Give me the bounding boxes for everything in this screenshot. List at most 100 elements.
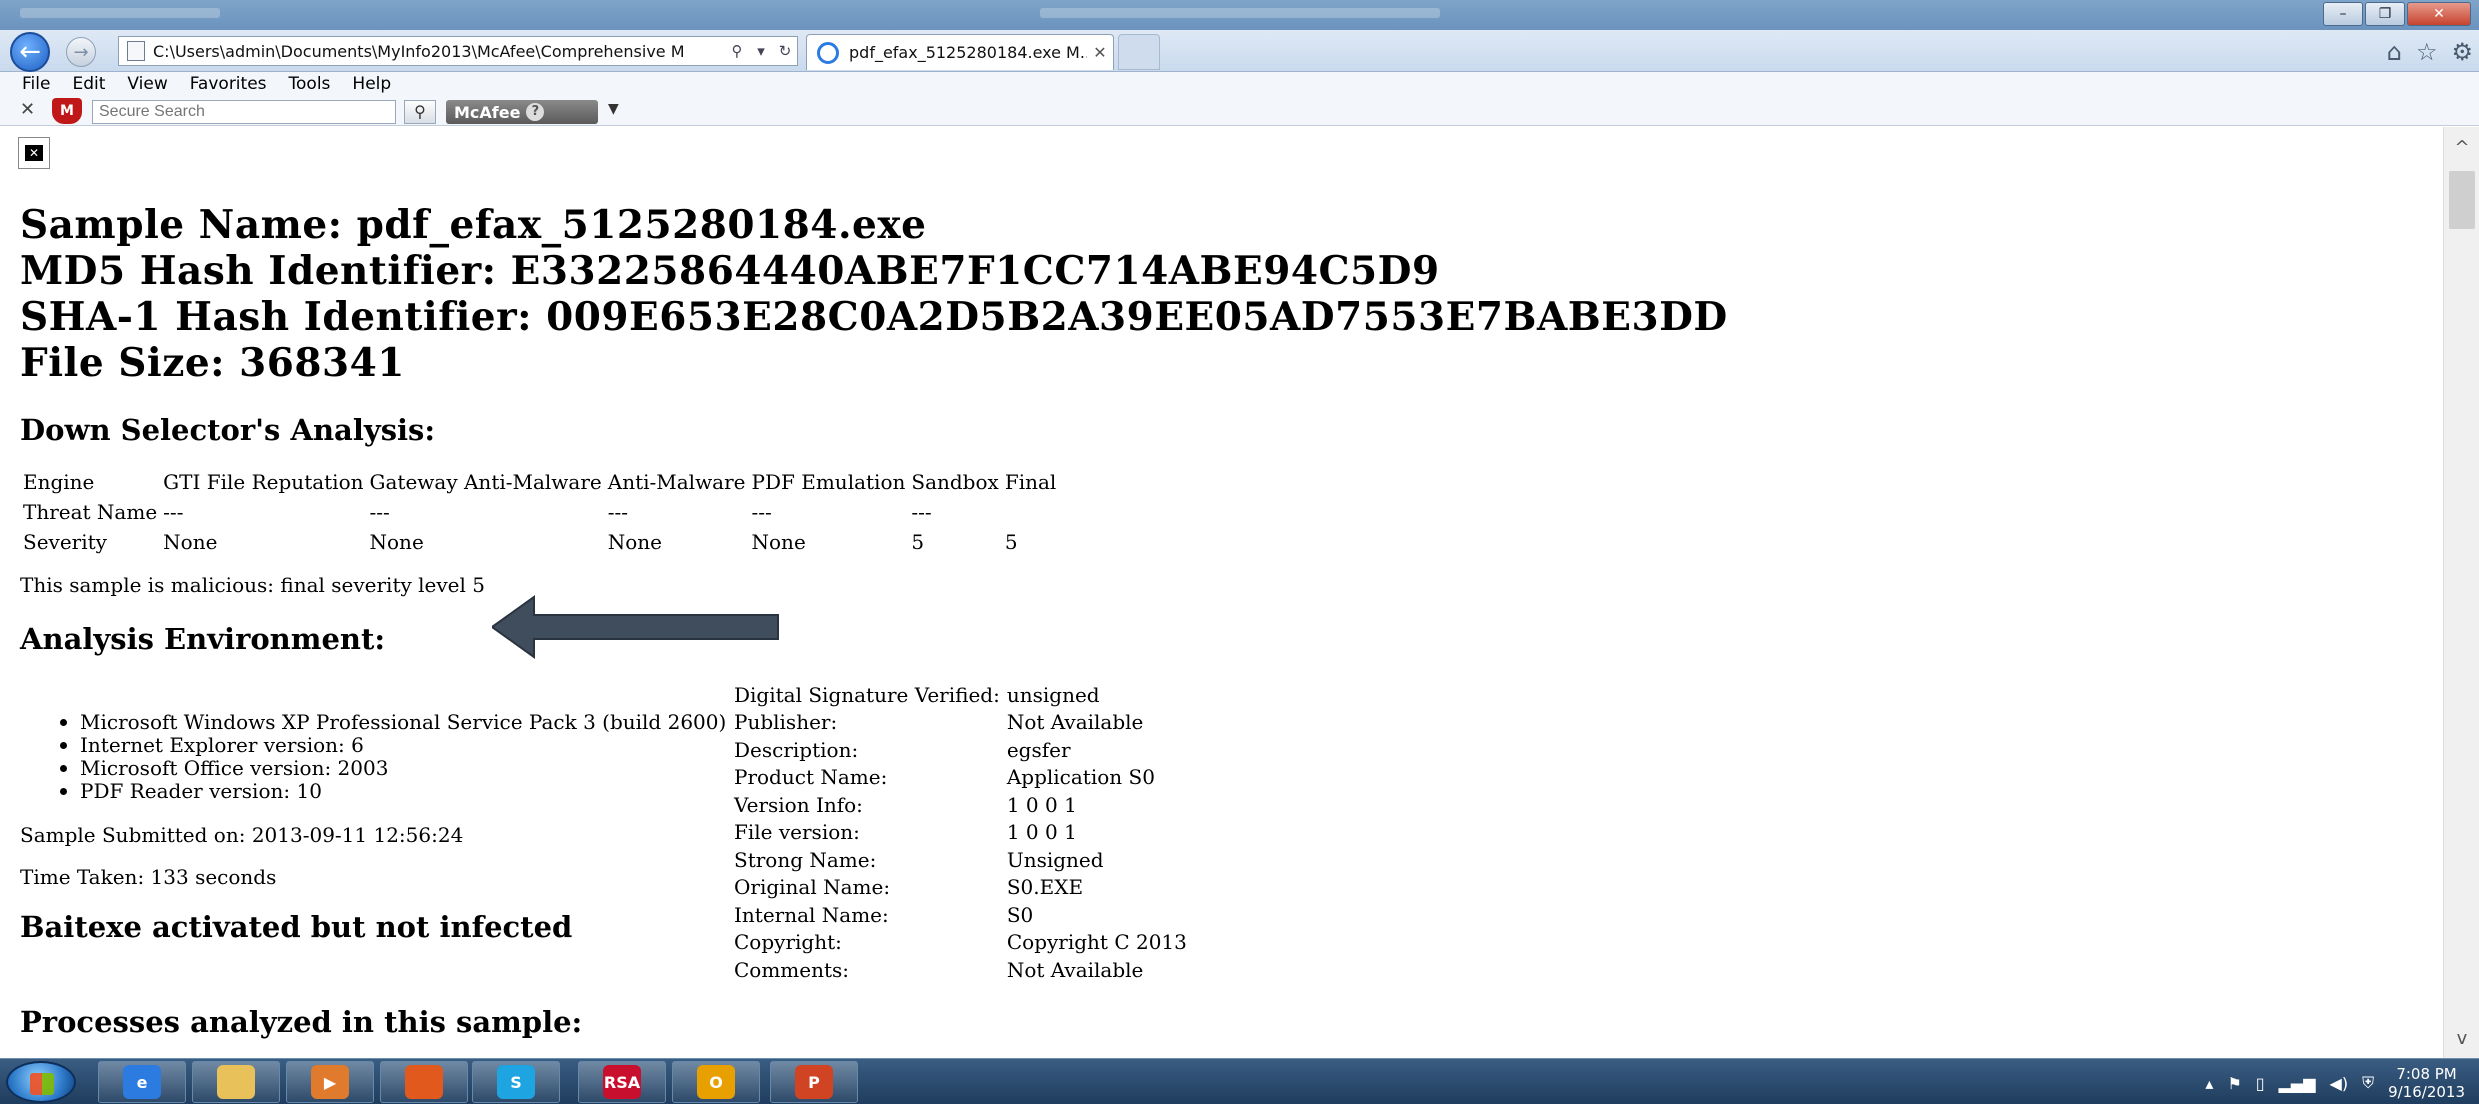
help-icon[interactable]: ? <box>526 103 545 121</box>
table-cell: 5 <box>911 530 925 554</box>
close-toolbar-icon[interactable]: ✕ <box>20 99 35 120</box>
scroll-down-icon[interactable]: v <box>2444 1024 2479 1054</box>
table-cell: --- <box>163 500 184 524</box>
window-title-bar: – ❐ ✕ <box>0 0 2479 30</box>
taskbar-button[interactable]: RSA <box>578 1061 666 1103</box>
secure-search-input[interactable] <box>92 100 396 124</box>
dropdown-arrow-icon[interactable]: ▾ <box>749 42 773 60</box>
table-row: Internal Name: S0 <box>731 901 1191 929</box>
table-cell: Severity <box>23 530 107 554</box>
clock-time: 7:08 PM <box>2396 1065 2457 1083</box>
table-row: Strong Name: Unsigned <box>731 846 1191 874</box>
mcafee-tray-icon[interactable]: ⛨ <box>2362 1073 2374 1093</box>
address-url[interactable]: C:\Users\admin\Documents\MyInfo2013\McAf… <box>153 42 725 61</box>
rsa-icon: RSA <box>603 1065 641 1099</box>
mcafee-toolbar: ✕ M ⚲ McAfee ? ▼ <box>0 96 2479 126</box>
down-selector-heading: Down Selector's Analysis: <box>20 413 436 447</box>
home-icon[interactable]: ⌂ <box>2387 38 2402 66</box>
menu-edit[interactable]: Edit <box>72 74 105 94</box>
table-cell <box>1002 497 1059 527</box>
forward-button[interactable]: → <box>66 37 96 67</box>
scroll-thumb[interactable] <box>2449 171 2475 229</box>
internet-explorer-icon: e <box>123 1065 161 1099</box>
search-go-icon[interactable]: ⚲ <box>404 100 436 124</box>
action-center-flag-icon[interactable]: ⚑ <box>2227 1074 2241 1093</box>
tab-report[interactable]: pdf_efax_5125280184.exe M... ✕ <box>806 34 1114 70</box>
signature-value: unsigned <box>1006 682 1100 707</box>
signature-value: egsfer <box>1006 737 1071 762</box>
network-signal-icon[interactable]: ▂▄▆ <box>2279 1074 2316 1093</box>
favorites-star-icon[interactable]: ☆ <box>2416 38 2438 66</box>
refresh-icon[interactable]: ↻ <box>773 42 797 60</box>
volume-icon[interactable]: ◀) <box>2330 1074 2349 1093</box>
table-row: Threat Name --- --- --- --- --- <box>20 497 1059 527</box>
signature-key: Original Name: <box>734 875 891 900</box>
signature-value: Application S0 <box>1006 765 1155 790</box>
table-cell: None <box>607 530 663 554</box>
scroll-up-icon[interactable]: ^ <box>2444 133 2479 163</box>
window-controls: – ❐ ✕ <box>2323 2 2471 26</box>
minimize-button[interactable]: – <box>2323 2 2363 26</box>
file-explorer-icon <box>217 1065 255 1099</box>
analysis-environment-heading: Analysis Environment: <box>20 622 386 656</box>
address-bar[interactable]: C:\Users\admin\Documents\MyInfo2013\McAf… <box>118 36 798 66</box>
signature-value: Not Available <box>1006 710 1144 735</box>
mcafee-brand-label: McAfee <box>454 102 521 122</box>
table-row: Comments: Not Available <box>731 956 1191 984</box>
signature-key: Product Name: <box>734 765 888 790</box>
signature-value: S0 <box>1006 902 1034 927</box>
signature-key: Digital Signature Verified: <box>734 682 1000 707</box>
tray-arrow-icon[interactable]: ▴ <box>2205 1074 2213 1093</box>
annotation-arrow <box>492 595 779 659</box>
vertical-scrollbar[interactable]: ^ v <box>2443 127 2479 1058</box>
taskbar-button[interactable]: e <box>98 1061 186 1103</box>
menu-help[interactable]: Help <box>352 74 391 94</box>
table-row: Severity None None None None 5 5 <box>20 527 1059 557</box>
baitexe-heading: Baitexe activated but not infected <box>20 910 573 944</box>
table-cell: --- <box>751 500 772 524</box>
powerpoint-icon: P <box>795 1065 833 1099</box>
settings-gear-icon[interactable]: ⚙ <box>2451 38 2473 66</box>
mcafee-shield-icon[interactable]: M <box>52 98 82 124</box>
table-cell: None <box>163 530 218 554</box>
table-cell: --- <box>607 500 629 524</box>
menu-tools[interactable]: Tools <box>289 74 331 94</box>
skype-icon: S <box>497 1065 535 1099</box>
internet-explorer-icon <box>817 41 839 64</box>
processes-heading: Processes analyzed in this sample: <box>20 1005 583 1039</box>
toolbar-dropdown-icon[interactable]: ▼ <box>608 101 619 117</box>
signature-value: 1 0 0 1 <box>1006 792 1077 817</box>
signature-key: Internal Name: <box>734 902 889 927</box>
taskbar-button[interactable] <box>380 1061 468 1103</box>
search-icon[interactable]: ⚲ <box>725 42 749 60</box>
back-button[interactable]: ← <box>10 32 50 72</box>
table-row: Copyright: Copyright C 2013 <box>731 929 1191 957</box>
menu-bar: File Edit View Favorites Tools Help <box>0 72 2479 96</box>
menu-favorites[interactable]: Favorites <box>190 74 267 94</box>
signature-value: S0.EXE <box>1006 875 1084 900</box>
taskbar-button[interactable]: S <box>472 1061 560 1103</box>
window-title <box>1040 8 1440 18</box>
mcafee-brand-button[interactable]: McAfee ? <box>446 100 598 124</box>
close-window-button[interactable]: ✕ <box>2407 2 2471 26</box>
windows-logo-icon <box>30 1073 54 1095</box>
taskbar-button[interactable]: O <box>672 1061 760 1103</box>
taskbar-button[interactable]: ▶ <box>286 1061 374 1103</box>
taskbar-button[interactable]: P <box>770 1061 858 1103</box>
signature-value: Unsigned <box>1006 847 1104 872</box>
start-button[interactable] <box>6 1061 76 1103</box>
list-item: Microsoft Windows XP Professional Servic… <box>56 710 726 734</box>
menu-view[interactable]: View <box>127 74 167 94</box>
new-tab-button[interactable] <box>1118 34 1160 70</box>
signature-key: Description: <box>734 737 859 762</box>
system-tray: ▴ ⚑ ▯ ▂▄▆ ◀) ⛨ 7:08 PM 9/16/2013 <box>2205 1063 2465 1103</box>
taskbar-button[interactable] <box>192 1061 280 1103</box>
device-icon[interactable]: ▯ <box>2256 1074 2265 1093</box>
clock[interactable]: 7:08 PM 9/16/2013 <box>2388 1065 2465 1101</box>
close-tab-icon[interactable]: ✕ <box>1087 43 1113 62</box>
maximize-button[interactable]: ❐ <box>2365 2 2405 26</box>
browser-right-icons: ⌂ ☆ ⚙ <box>2387 38 2473 66</box>
firefox-icon <box>405 1065 443 1099</box>
environment-list: Microsoft Windows XP Professional Servic… <box>56 710 726 803</box>
menu-file[interactable]: File <box>22 74 50 94</box>
